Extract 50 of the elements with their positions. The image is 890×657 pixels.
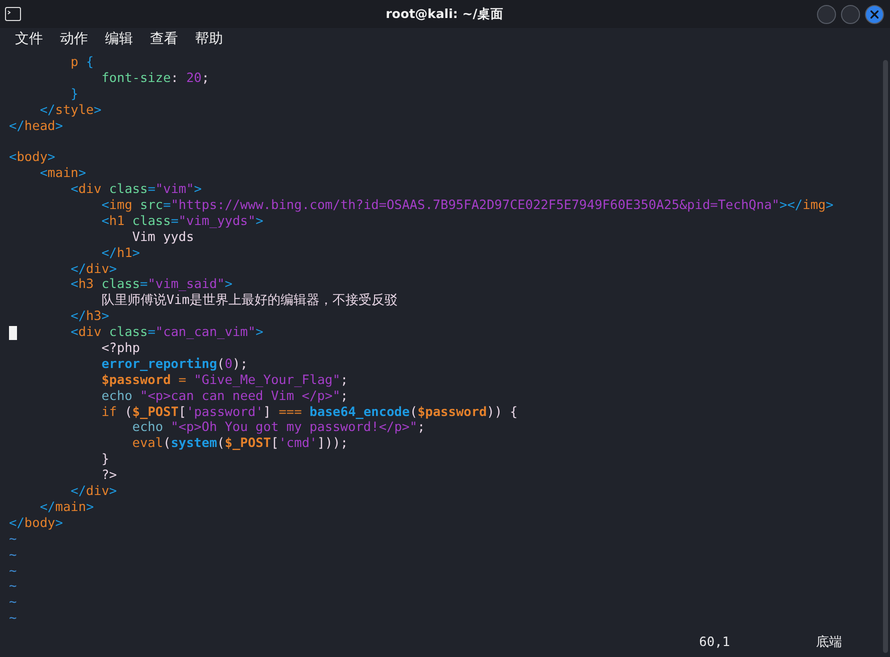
- scroll-position: 底端: [816, 634, 842, 650]
- code-line: <div class="can_can_vim">: [0, 325, 264, 342]
- text-cursor: [9, 326, 17, 340]
- code-line: </div>: [70, 484, 117, 500]
- code-line: p {: [70, 55, 94, 71]
- code-line: </head>: [8, 118, 63, 134]
- scrollbar[interactable]: [883, 60, 888, 653]
- close-button[interactable]: [865, 4, 884, 24]
- code-line: <h3 class="vim_said">: [70, 277, 232, 293]
- code-line: error_reporting(0);: [100, 356, 248, 373]
- window-title: root@kali: ~/桌面: [386, 6, 504, 22]
- code-line: </style>: [38, 102, 102, 119]
- code-line: <h1 class="vim_yyds">: [100, 214, 264, 230]
- code-line: font-size: 20;: [100, 70, 210, 87]
- maximize-button[interactable]: [841, 4, 860, 24]
- menu-item[interactable]: 文件: [15, 30, 43, 48]
- tilde-marker: ~: [8, 595, 17, 612]
- code-line: ?>: [100, 468, 117, 484]
- code-line: <div class="vim">: [70, 182, 202, 198]
- tilde-marker: ~: [8, 564, 17, 580]
- code-line: Vim yyds: [131, 230, 194, 246]
- code-line: <main>: [38, 166, 86, 182]
- code-line: <img src="https://www.bing.com/th?id=OSAAS.7B95FA2D97CE022F5E7949F60E350A25&pid=TechQna"></img>: [100, 198, 834, 214]
- terminal-icon[interactable]: [5, 7, 21, 21]
- minimize-button[interactable]: [817, 4, 836, 24]
- code-line: </h3>: [70, 309, 110, 326]
- code-line: <?php: [100, 341, 140, 357]
- code-line: }: [70, 86, 78, 103]
- tilde-marker: ~: [8, 579, 17, 596]
- cursor-position: 60,1: [699, 634, 730, 650]
- tilde-marker: ~: [8, 532, 17, 548]
- menu-item[interactable]: 帮助: [195, 30, 223, 48]
- code-line: </main>: [38, 500, 94, 516]
- code-line: </body>: [8, 516, 63, 532]
- tilde-marker: ~: [8, 548, 17, 564]
- menu-item[interactable]: 动作: [60, 30, 88, 48]
- menu-item[interactable]: 查看: [150, 30, 178, 48]
- code-line: echo "<p>can can need Vim </p>";: [100, 388, 348, 405]
- code-line: <body>: [8, 150, 56, 166]
- code-line: echo "<p>Oh You got my password!</p>";: [131, 420, 426, 436]
- code-line: $password = "Give_Me_Your_Flag";: [100, 372, 348, 389]
- code-line: </div>: [70, 262, 117, 278]
- code-line: if ($_POST['password'] === base64_encode($password)) {: [100, 404, 518, 420]
- code-line: </h1>: [100, 246, 140, 262]
- code-line: 队里师傅说Vim是世界上最好的编辑器，不接受反驳: [100, 293, 398, 310]
- tilde-marker: ~: [8, 611, 17, 628]
- code-line: eval(system($_POST['cmd']));: [131, 436, 348, 452]
- close-icon: [868, 8, 881, 20]
- code-line: }: [100, 452, 110, 468]
- menu-item[interactable]: 编辑: [105, 30, 133, 48]
